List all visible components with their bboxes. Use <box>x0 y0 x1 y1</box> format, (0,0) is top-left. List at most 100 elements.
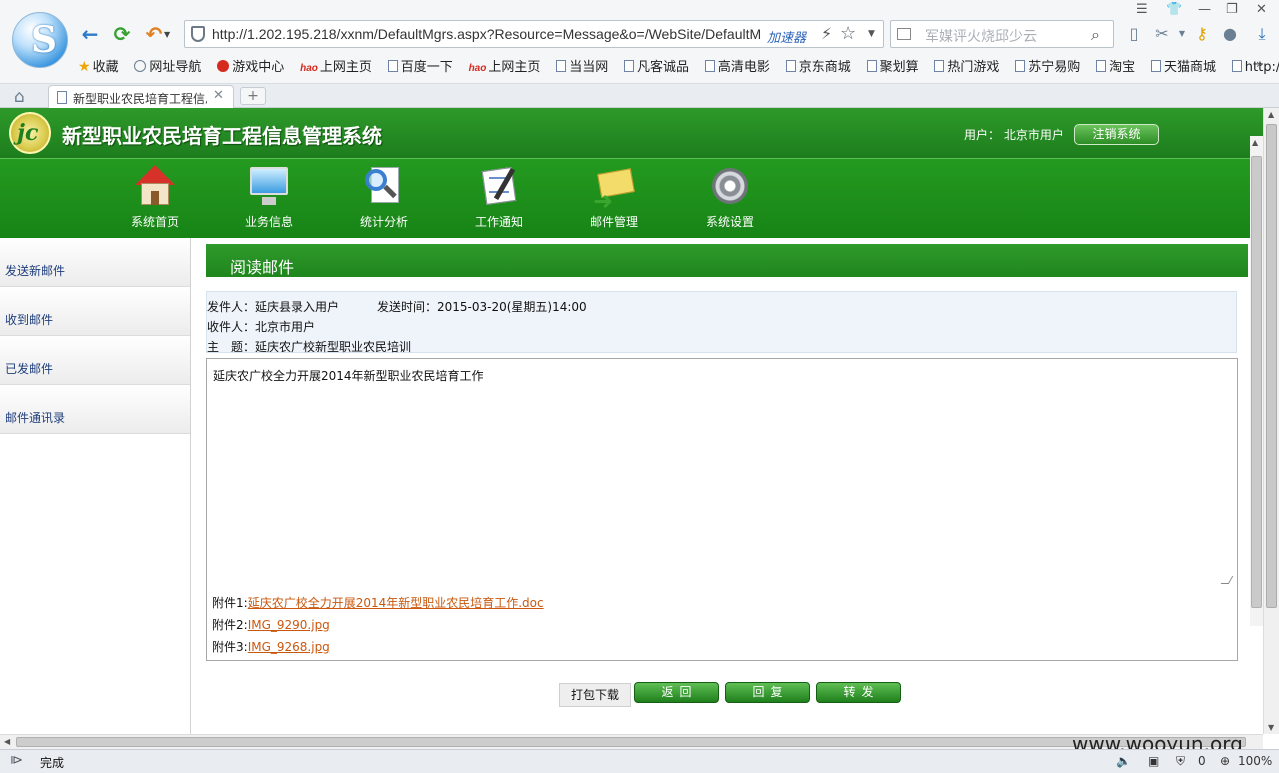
page-icon <box>934 60 945 72</box>
bookmark-item[interactable]: 网址导航 <box>134 56 201 75</box>
attachment-link[interactable]: IMG_9290.jpg <box>248 618 330 632</box>
refresh-icon[interactable]: ⟳ <box>110 22 134 46</box>
bookmark-item[interactable]: 当当网 <box>556 56 608 75</box>
content-scrollbar[interactable]: ▲ <box>1250 136 1263 626</box>
back-button[interactable]: 返回 <box>634 682 719 703</box>
bookmark-item[interactable]: hao 上网主页 <box>469 56 541 75</box>
resize-grip-icon[interactable] <box>1220 576 1234 584</box>
mail-sidebar: 发送新邮件 收到邮件 已发邮件 邮件通讯录 <box>0 238 191 734</box>
lightning-icon[interactable]: ⚡ <box>821 24 832 43</box>
skin-icon[interactable]: 👕 <box>1166 2 1182 17</box>
search-box[interactable]: 军媒评火烧邱少云 ⌕ <box>890 20 1114 48</box>
forward-button[interactable]: 转发 <box>816 682 901 703</box>
menu-label: 邮件管理 <box>589 215 638 229</box>
bookmark-item[interactable]: 淘宝 <box>1096 56 1135 75</box>
scrollbar-thumb[interactable] <box>16 737 1246 747</box>
reply-button[interactable]: 回复 <box>725 682 810 703</box>
bookmark-item[interactable]: ★ 收藏 <box>78 56 119 75</box>
downloads-icon[interactable]: ▣ <box>1148 754 1159 768</box>
download-all-button[interactable]: 打包下载 <box>559 683 631 707</box>
shield-icon[interactable]: ⛨ <box>1176 754 1185 769</box>
bookmark-item[interactable]: 百度一下 <box>387 56 453 75</box>
browser-tab[interactable]: 新型职业农民培育工程信息管理系统 ✕ <box>48 85 234 109</box>
attachment-link[interactable]: 延庆农广校全力开展2014年新型职业农民培育工作.doc <box>248 596 544 610</box>
bookmark-item[interactable]: 京东商城 <box>785 56 851 75</box>
download-icon[interactable]: ⤓ <box>1252 24 1272 44</box>
address-dropdown-icon[interactable]: ▼ <box>868 29 875 39</box>
minimize-icon[interactable]: — <box>1198 2 1211 17</box>
browser-toolbar: S ← ⟳ ↶ ▼ http://1.202.195.218/xxnm/Defa… <box>0 0 1279 84</box>
attachment-link[interactable]: IMG_9268.jpg <box>248 640 330 654</box>
status-counter: 0 <box>1198 754 1206 768</box>
home-icon[interactable]: ⌂ <box>14 87 25 107</box>
zoom-level[interactable]: 100% <box>1238 754 1272 768</box>
sidebar-toggle-icon[interactable]: ▯ <box>1124 24 1144 44</box>
browser-logo-icon[interactable]: S <box>12 12 68 68</box>
sidebar-item-contacts[interactable]: 邮件通讯录 <box>0 385 190 434</box>
scrollbar-thumb[interactable] <box>1251 156 1262 608</box>
menu-item-business[interactable]: 业务信息 <box>224 165 314 235</box>
menu-label: 统计分析 <box>359 215 408 229</box>
menu-item-statistics[interactable]: 统计分析 <box>339 165 429 235</box>
search-input[interactable]: 军媒评火烧邱少云 <box>925 26 1037 46</box>
scrollbar-thumb[interactable] <box>1266 124 1277 608</box>
menu-item-settings[interactable]: 系统设置 <box>685 165 775 235</box>
page-icon <box>866 60 877 72</box>
bookmark-item[interactable]: 苏宁易购 <box>1015 56 1080 75</box>
accelerator-link[interactable]: 加速器 <box>767 27 806 46</box>
monitor-icon <box>248 165 290 207</box>
new-tab-button[interactable]: + <box>240 87 266 105</box>
chat-icon[interactable]: ● <box>1220 24 1240 44</box>
sidebar-item-inbox[interactable]: 收到邮件 <box>0 287 190 336</box>
menu-item-home[interactable]: 系统首页 <box>110 165 200 235</box>
scroll-down-icon[interactable]: ▼ <box>1268 723 1274 732</box>
undo-icon[interactable]: ↶ <box>142 22 166 46</box>
web-page: jc 新型职业农民培育工程信息管理系统 用户： 北京市用户 注销系统 系统首页 … <box>0 108 1263 734</box>
bookmark-item[interactable]: 游戏中心 <box>217 56 284 75</box>
undo-dropdown-icon[interactable]: ▼ <box>164 30 170 39</box>
content-title-bar: 阅读邮件 <box>206 244 1248 277</box>
key-icon[interactable]: ⚷ <box>1192 24 1212 44</box>
page-icon <box>57 91 67 104</box>
scroll-up-icon[interactable]: ▲ <box>1268 110 1274 119</box>
menu-item-notice[interactable]: 工作通知 <box>454 165 544 235</box>
volume-icon[interactable]: 🔈 <box>1116 754 1131 768</box>
menu-label: 系统首页 <box>130 215 179 229</box>
bookmark-item[interactable]: 天猫商城 <box>1150 56 1216 75</box>
restore-icon[interactable]: ❐ <box>1226 2 1238 17</box>
favorite-star-icon[interactable]: ☆ <box>840 23 856 44</box>
mail-body-text: 延庆农广校全力开展2014年新型职业农民培育工作 <box>213 369 484 383</box>
back-arrow-icon[interactable]: ← <box>78 22 102 46</box>
scissors-dropdown-icon[interactable]: ▼ <box>1172 24 1192 44</box>
bookmark-item[interactable]: hao 上网主页 <box>300 56 372 75</box>
address-url[interactable]: http://1.202.195.218/xxnm/DefaultMgrs.as… <box>212 26 762 42</box>
scroll-left-icon[interactable]: ◀ <box>4 737 10 746</box>
address-bar[interactable]: http://1.202.195.218/xxnm/DefaultMgrs.as… <box>184 20 884 48</box>
close-tab-icon[interactable]: ✕ <box>213 88 224 103</box>
bookmark-item[interactable]: 凡客诚品 <box>624 56 689 75</box>
bookmark-item[interactable]: 聚划算 <box>866 56 919 75</box>
close-window-icon[interactable]: ✕ <box>1256 2 1267 17</box>
sidebar-item-sent[interactable]: 已发邮件 <box>0 336 190 385</box>
bookmark-item[interactable]: 高清电影 <box>704 56 770 75</box>
recipient: 收件人：北京市用户 <box>207 320 316 334</box>
sidebar-item-compose[interactable]: 发送新邮件 <box>0 238 190 287</box>
window-vertical-scrollbar[interactable]: ▲ ▼ <box>1263 108 1279 734</box>
attachment-item: 附件1:延庆农广校全力开展2014年新型职业农民培育工作.doc <box>212 596 544 610</box>
sidebar-item-label: 收到邮件 <box>5 313 54 327</box>
sidebar-toggle-icon[interactable]: ⧐ <box>10 753 23 768</box>
page-icon <box>1096 60 1107 72</box>
globe-icon <box>134 60 147 72</box>
logout-button[interactable]: 注销系统 <box>1074 124 1159 145</box>
bookmarks-more-icon[interactable]: » <box>1256 57 1263 71</box>
search-icon[interactable]: ⌕ <box>1091 25 1100 45</box>
search-engine-icon[interactable] <box>897 28 911 40</box>
scissors-icon[interactable]: ✂ <box>1152 24 1172 44</box>
menu-item-mail[interactable]: ➜ 邮件管理 <box>569 165 659 235</box>
scroll-up-icon[interactable]: ▲ <box>1252 138 1258 147</box>
page-icon <box>704 60 715 72</box>
bookmark-item[interactable]: 热门游戏 <box>934 56 999 75</box>
zoom-icon[interactable]: ⊕ <box>1220 754 1230 768</box>
menu-icon[interactable]: ☰ <box>1136 2 1148 17</box>
page-icon <box>1150 60 1161 72</box>
